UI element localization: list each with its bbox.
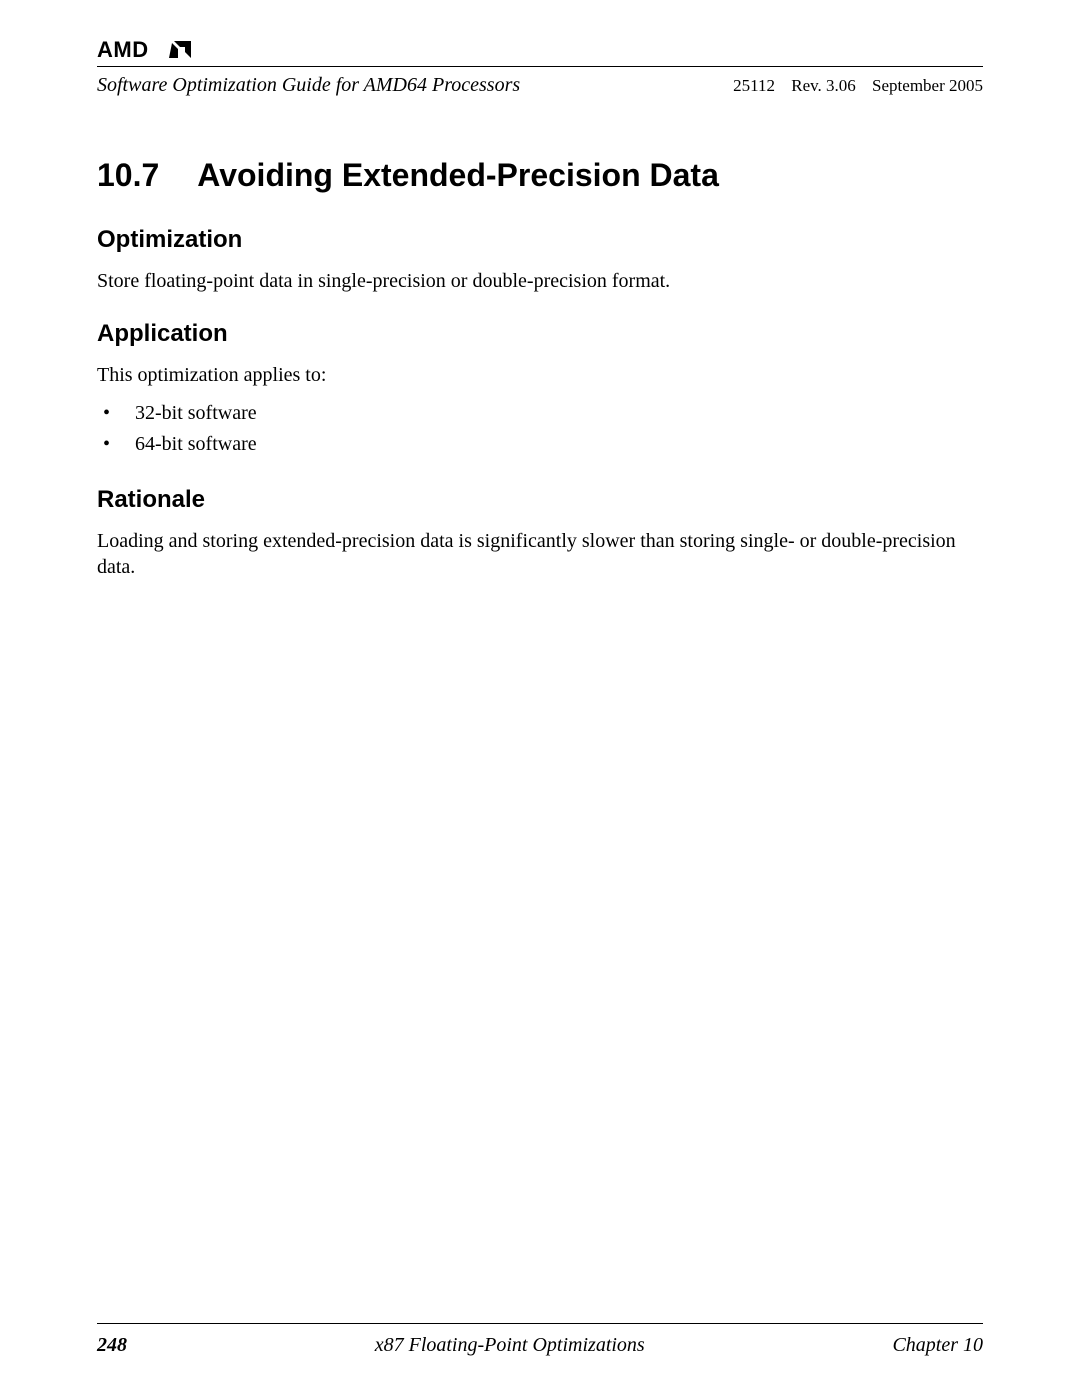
doc-rev: Rev. 3.06 [791, 76, 856, 95]
page-footer: 248 x87 Floating-Point Optimizations Cha… [97, 1323, 983, 1357]
doc-meta: 25112 Rev. 3.06 September 2005 [721, 76, 983, 96]
section-number: 10.7 [97, 157, 159, 194]
footer-title: x87 Floating-Point Optimizations [127, 1334, 892, 1357]
header-rule [97, 66, 983, 67]
rationale-text: Loading and storing extended-precision d… [97, 528, 983, 580]
list-item: 32-bit software [97, 398, 983, 429]
svg-text:AMD: AMD [97, 38, 149, 62]
optimization-text: Store floating-point data in single-prec… [97, 268, 983, 294]
section-title: 10.7 Avoiding Extended-Precision Data [97, 157, 983, 194]
doc-title: Software Optimization Guide for AMD64 Pr… [97, 73, 520, 97]
page-number: 248 [97, 1334, 127, 1357]
footer-chapter: Chapter 10 [892, 1334, 983, 1357]
page-content: 10.7 Avoiding Extended-Precision Data Opt… [97, 97, 983, 1323]
amd-logo: AMD [97, 38, 983, 62]
header-line: Software Optimization Guide for AMD64 Pr… [97, 73, 983, 97]
page-header: AMD Software Optimization Guide for AMD6… [97, 38, 983, 97]
sub-optimization-heading: Optimization [97, 226, 983, 254]
application-list: 32-bit software 64-bit software [97, 398, 983, 460]
doc-id: 25112 [733, 76, 775, 95]
application-intro: This optimization applies to: [97, 362, 983, 388]
list-item: 64-bit software [97, 429, 983, 460]
doc-date: September 2005 [872, 76, 983, 95]
section-heading-text: Avoiding Extended-Precision Data [197, 157, 719, 193]
sub-application-heading: Application [97, 320, 983, 348]
sub-rationale-heading: Rationale [97, 486, 983, 514]
